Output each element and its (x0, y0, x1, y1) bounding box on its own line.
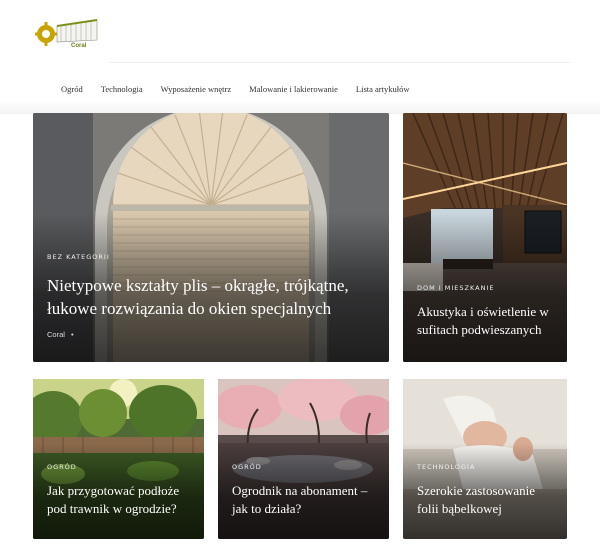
post-card[interactable]: DOM I MIESZKANIE Akustyka i oświetlenie … (403, 113, 567, 362)
logo-text: Coral (71, 43, 87, 49)
meta-separator: • (71, 330, 74, 339)
nav-item-technologia[interactable]: Technologia (92, 80, 152, 98)
post-title-line: pod trawnik w ogrodzie? (47, 500, 177, 516)
post-title-line: sufitach podwieszanych (417, 321, 542, 337)
post-title-line: Akustyka i oświetlenie w (417, 304, 549, 319)
post-category[interactable]: DOM I MIESZKANIE (417, 284, 494, 292)
gear-building-logo-icon (34, 19, 98, 46)
post-title-line: Jak przygotować podłoże (47, 483, 180, 498)
post-title-line: Ogrodnik na abonament – (232, 483, 368, 498)
post-card[interactable]: OGRÓD Jak przygotować podłoże pod trawni… (33, 379, 204, 539)
post-card[interactable]: TECHNOLOGIA Szerokie zastosowanie folii … (403, 379, 567, 539)
post-title-line: folii bąbelkowej (417, 500, 502, 516)
post-category[interactable]: TECHNOLOGIA (417, 463, 475, 471)
post-card-featured[interactable]: BEZ KATEGORII Nietypowe kształty plis – … (33, 113, 389, 362)
post-title-line: jak to działa? (232, 500, 302, 516)
post-title[interactable]: Nietypowe kształty plis – okrągłe, trójk… (47, 275, 377, 321)
post-title[interactable]: Szerokie zastosowanie folii bąbelkowej (417, 482, 565, 517)
post-card[interactable]: OGRÓD Ogrodnik na abonament – jak to dzi… (218, 379, 389, 539)
post-title[interactable]: Ogrodnik na abonament – jak to działa? (232, 482, 387, 517)
post-title-line: Nietypowe kształty plis – okrągłe, trójk… (47, 276, 349, 295)
nav-item-wyposazenie[interactable]: Wyposażenie wnętrz (152, 80, 241, 98)
nav-item-ogrod[interactable]: Ogród (52, 80, 92, 98)
nav-item-malowanie[interactable]: Malowanie i lakierowanie (240, 80, 347, 98)
main-nav: Ogród Technologia Wyposażenie wnętrz Mal… (52, 80, 419, 98)
post-title-line: łukowe rozwiązania do okien specjalnych (47, 298, 332, 318)
post-category[interactable]: OGRÓD (47, 463, 77, 471)
header-divider (110, 62, 570, 63)
post-category[interactable]: BEZ KATEGORII (47, 253, 110, 261)
post-category[interactable]: OGRÓD (232, 463, 262, 471)
site-header: Coral Ogród Technologia Wyposażenie wnęt… (0, 0, 600, 112)
post-author[interactable]: Coral (47, 330, 65, 339)
nav-item-lista-artykulow[interactable]: Lista artykułów (347, 80, 419, 98)
post-title[interactable]: Akustyka i oświetlenie w sufitach podwie… (417, 303, 562, 338)
post-title[interactable]: Jak przygotować podłoże pod trawnik w og… (47, 482, 202, 517)
post-title-line: Szerokie zastosowanie (417, 483, 536, 498)
header-shadow (0, 100, 600, 114)
site-logo[interactable]: Coral (34, 16, 101, 52)
